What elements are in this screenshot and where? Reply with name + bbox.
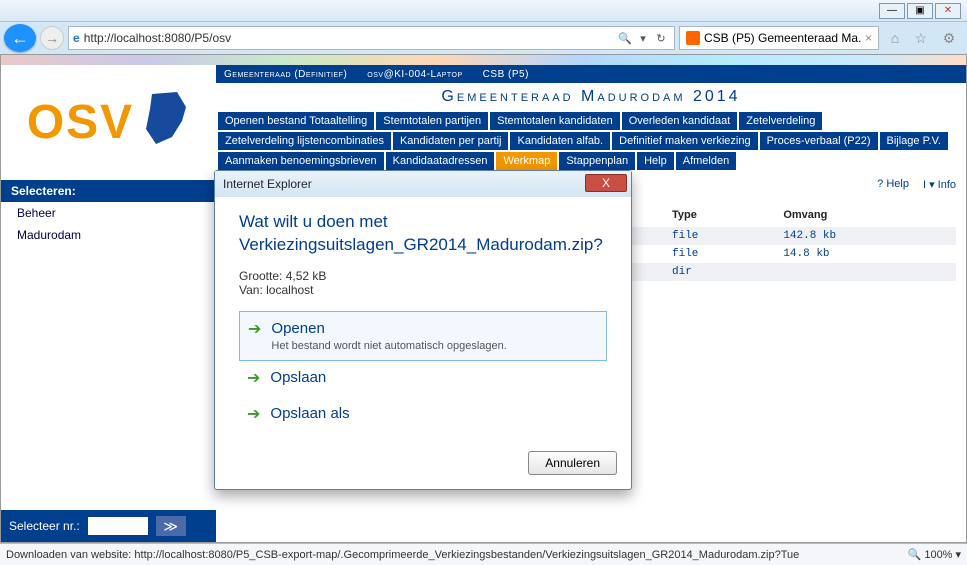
window-minimize-button[interactable]: —	[879, 3, 905, 19]
dialog-titlebar: Internet Explorer X	[215, 171, 631, 197]
top-status-bar: Gemeenteraad (Definitief) osv@KI-004-Lap…	[216, 65, 966, 83]
status-election: Gemeenteraad (Definitief)	[224, 69, 347, 80]
zoom-icon: 🔍	[908, 548, 922, 561]
browser-tab[interactable]: CSB (P5) Gemeenteraad Ma... ×	[679, 26, 879, 50]
menu-zetelverdeling[interactable]: Zetelverdeling	[739, 112, 822, 130]
arrow-icon: ➔	[247, 369, 260, 389]
dialog-option-save[interactable]: ➔ Opslaan	[239, 361, 607, 397]
logo-map-icon	[142, 89, 190, 157]
browser-statusbar: Downloaden van website: http://localhost…	[0, 543, 967, 565]
dialog-close-button[interactable]: X	[585, 174, 627, 192]
refresh-icon[interactable]: ↻	[652, 32, 670, 45]
selecteer-go-button[interactable]: ≫	[156, 516, 186, 536]
address-bar[interactable]: e http://localhost:8080/P5/osv 🔍 ▾ ↻	[68, 26, 675, 50]
option-open-label: Openen	[271, 320, 324, 337]
home-icon[interactable]: ⌂	[891, 30, 899, 47]
option-saveas-label: Opslaan als	[270, 405, 349, 422]
download-dialog: Internet Explorer X Wat wilt u doen met …	[214, 170, 632, 490]
dialog-question: Wat wilt u doen met Verkiezingsuitslagen…	[239, 211, 607, 257]
status-host: osv@KI-004-Laptop	[367, 69, 462, 80]
refresh-dropdown-icon[interactable]: ▾	[634, 32, 652, 45]
favorites-icon[interactable]: ☆	[915, 30, 928, 47]
sidebar-footer: Selecteer nr.: ≫	[1, 510, 216, 542]
sidebar-heading: Selecteren:	[1, 180, 216, 202]
settings-icon[interactable]: ⚙	[943, 30, 956, 47]
zoom-dropdown-icon[interactable]: ▾	[955, 548, 961, 561]
option-open-subtext: Het bestand wordt niet automatisch opges…	[271, 340, 506, 352]
menu-definitief-maken[interactable]: Definitief maken verkiezing	[612, 132, 757, 150]
nav-forward-button[interactable]: →	[40, 26, 64, 50]
logo-box: OSV	[1, 65, 216, 180]
menu-stemtotalen-kandidaten[interactable]: Stemtotalen kandidaten	[490, 112, 620, 130]
tab-favicon	[686, 31, 700, 45]
col-type: Type	[664, 203, 775, 227]
zoom-value: 100%	[924, 549, 952, 561]
address-url: http://localhost:8080/P5/osv	[84, 31, 616, 45]
dialog-metadata: Grootte: 4,52 kB Van: localhost	[239, 269, 607, 297]
menu-bijlage-pv[interactable]: Bijlage P.V.	[880, 132, 948, 150]
option-save-label: Opslaan	[270, 369, 326, 386]
col-omvang: Omvang	[775, 203, 956, 227]
menu-kandidaten-per-partij[interactable]: Kandidaten per partij	[393, 132, 509, 150]
left-column: OSV Selecteren: Beheer Madurodam Selecte…	[1, 65, 216, 542]
menu-werkmap[interactable]: Werkmap	[496, 152, 557, 170]
menu-help[interactable]: Help	[637, 152, 674, 170]
zoom-control[interactable]: 🔍 100% ▾	[908, 548, 961, 561]
arrow-icon: ➔	[248, 320, 261, 340]
menu-openen-totaaltelling[interactable]: Openen bestand Totaaltelling	[218, 112, 374, 130]
search-icon[interactable]: 🔍	[616, 32, 634, 45]
menu-aanmaken-brieven[interactable]: Aanmaken benoemingsbrieven	[218, 152, 384, 170]
sidebar-item-beheer[interactable]: Beheer	[1, 202, 216, 224]
browser-toolbar-icons: ⌂ ☆ ⚙	[883, 30, 963, 47]
nav-back-button[interactable]: ←	[4, 24, 36, 52]
menu-stappenplan[interactable]: Stappenplan	[559, 152, 635, 170]
ie-icon: e	[73, 31, 80, 45]
dialog-option-saveas[interactable]: ➔ Opslaan als	[239, 397, 607, 433]
window-close-button[interactable]: ✕	[935, 3, 961, 19]
sidebar-item-madurodam[interactable]: Madurodam	[1, 224, 216, 246]
logo-text: OSV	[27, 95, 134, 150]
window-maximize-button[interactable]: ▣	[907, 3, 933, 19]
decorative-band	[1, 55, 966, 65]
selecteer-input[interactable]	[88, 517, 148, 535]
page-title: Gemeenteraad Madurodam 2014	[216, 83, 966, 111]
arrow-icon: ➔	[247, 405, 260, 425]
window-titlebar: — ▣ ✕	[0, 0, 967, 22]
menu-stemtotalen-partijen[interactable]: Stemtotalen partijen	[376, 112, 488, 130]
tab-close-icon[interactable]: ×	[865, 31, 872, 45]
menu-kandidaatadressen[interactable]: Kandidaatadressen	[386, 152, 495, 170]
menu-afmelden[interactable]: Afmelden	[676, 152, 736, 170]
info-link[interactable]: I ▾ Info	[923, 178, 956, 191]
menu-zetel-lijstencombi[interactable]: Zetelverdeling lijstencombinaties	[218, 132, 391, 150]
menu-proces-verbaal[interactable]: Proces-verbaal (P22)	[760, 132, 878, 150]
menubar: Openen bestand Totaaltelling Stemtotalen…	[216, 111, 966, 176]
status-csb: CSB (P5)	[483, 69, 529, 80]
menu-kandidaten-alfab[interactable]: Kandidaten alfab.	[510, 132, 610, 150]
menu-overleden-kandidaat[interactable]: Overleden kandidaat	[622, 112, 738, 130]
selecteer-label: Selecteer nr.:	[9, 519, 80, 533]
help-link[interactable]: ? Help	[877, 178, 909, 191]
statusbar-text: Downloaden van website: http://localhost…	[6, 549, 908, 561]
browser-navbar: ← → e http://localhost:8080/P5/osv 🔍 ▾ ↻…	[0, 22, 967, 54]
dialog-cancel-button[interactable]: Annuleren	[528, 451, 617, 475]
dialog-option-open[interactable]: ➔ Openen Het bestand wordt niet automati…	[239, 311, 607, 361]
tab-title: CSB (P5) Gemeenteraad Ma...	[704, 31, 861, 45]
dialog-title-text: Internet Explorer	[223, 177, 312, 191]
